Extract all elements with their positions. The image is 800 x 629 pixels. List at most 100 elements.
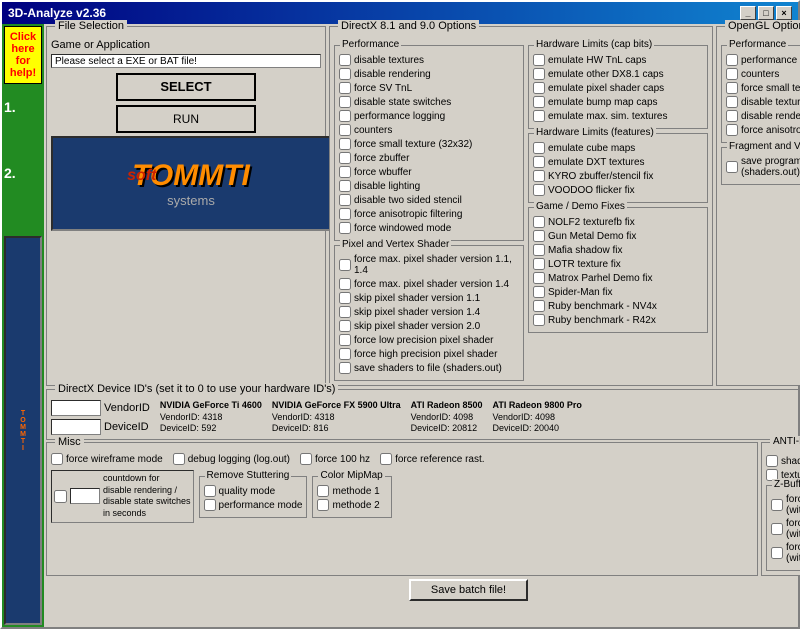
chk-matrox-input[interactable] (533, 272, 545, 284)
chk-force-100hz-input[interactable] (300, 453, 312, 465)
chk-disable-textures-input[interactable] (339, 54, 351, 66)
chk-force-zbuf-input[interactable] (339, 152, 351, 164)
chk-nolf2: NOLF2 texturefb fix (533, 216, 703, 228)
chk-ogl-dis-render-input[interactable] (726, 110, 738, 122)
game-demo-title: Game / Demo Fixes (534, 201, 627, 212)
chk-disable-state-input[interactable] (339, 96, 351, 108)
device-1-device: DeviceID: 816 (272, 423, 401, 435)
pixel-vertex-title: Pixel and Vertex Shader (340, 239, 451, 250)
maximize-button[interactable]: □ (758, 6, 774, 20)
chk-skip-ps20-input[interactable] (339, 320, 351, 332)
select-btn-wrapper: SELECT (51, 73, 321, 101)
close-button[interactable]: × (776, 6, 792, 20)
chk-quality: quality mode (204, 485, 303, 497)
help-label: Clickhereforhelp! (10, 31, 36, 79)
chk-bump-caps-input[interactable] (533, 96, 545, 108)
chk-ogl-counters-input[interactable] (726, 68, 738, 80)
chk-ogl-counters: counters (726, 68, 800, 80)
chk-matrox: Matrox Parhel Demo fix (533, 272, 703, 284)
chk-z15-stencil-input[interactable] (771, 523, 783, 535)
chk-force-wbuf-input[interactable] (339, 166, 351, 178)
chk-debug-log-input[interactable] (173, 453, 185, 465)
chk-wireframe-input[interactable] (51, 453, 63, 465)
chk-skip-ps20: skip pixel shader version 2.0 (339, 320, 519, 332)
chk-skip-ps14-input[interactable] (339, 306, 351, 318)
anti-detect-content: shaders textures (766, 447, 800, 481)
left-panel: Clickhereforhelp! 1. 2. TOMMTI (2, 24, 44, 627)
file-selection-panel: File Selection Game or Application Pleas… (46, 26, 326, 386)
chk-dxt-tex-input[interactable] (533, 156, 545, 168)
chk-perf-log-input[interactable] (339, 110, 351, 122)
chk-ogl-aniso: force anisotropic filtering (726, 124, 800, 136)
run-button[interactable]: RUN (116, 105, 256, 133)
chk-max-ps11: force max. pixel shader version 1.1, 1.4 (339, 254, 519, 276)
chk-ogl-aniso-input[interactable] (726, 124, 738, 136)
chk-shaders-input[interactable] (766, 455, 778, 467)
device-input-row: DeviceID (51, 419, 150, 435)
chk-disable-rendering-input[interactable] (339, 68, 351, 80)
chk-ps-caps-input[interactable] (533, 82, 545, 94)
countdown-checkbox[interactable] (54, 490, 67, 503)
chk-hw-tnl-input[interactable] (533, 54, 545, 66)
vendor-id-input[interactable] (51, 400, 101, 416)
chk-save-shaders-input[interactable] (339, 362, 351, 374)
chk-ogl-small-tex-input[interactable] (726, 82, 738, 94)
chk-cube-maps: emulate cube maps (533, 142, 703, 154)
countdown-input[interactable] (70, 488, 100, 504)
chk-spiderman-input[interactable] (533, 286, 545, 298)
chk-high-ps-input[interactable] (339, 348, 351, 360)
chk-small-tex-input[interactable] (339, 138, 351, 150)
chk-dx81-caps-input[interactable] (533, 68, 545, 80)
save-batch-button[interactable]: Save batch file! (409, 579, 528, 601)
chk-ruby-nv4x-input[interactable] (533, 300, 545, 312)
color-mipmap-panel: Color MipMap methode 1 methode 2 (312, 476, 392, 518)
chk-kyro-input[interactable] (533, 170, 545, 182)
chk-performance: performance mode (204, 499, 303, 511)
chk-save-programs-input[interactable] (726, 161, 738, 173)
logo-main-inner: soft TOMMTI systems (132, 159, 250, 208)
chk-two-sided-input[interactable] (339, 194, 351, 206)
chk-skip-ps11-input[interactable] (339, 292, 351, 304)
chk-ogl-dis-render: disable rendering (726, 110, 800, 122)
chk-mafia-input[interactable] (533, 244, 545, 256)
chk-sim-tex-input[interactable] (533, 110, 545, 122)
chk-methode2-input[interactable] (317, 499, 329, 511)
chk-quality-input[interactable] (204, 485, 216, 497)
help-button[interactable]: Clickhereforhelp! (4, 26, 42, 84)
chk-methode2: methode 2 (317, 499, 387, 511)
misc-panel: Misc force wireframe mode debug logging … (46, 442, 758, 576)
minimize-button[interactable]: _ (740, 6, 756, 20)
chk-max-ps14-input[interactable] (339, 278, 351, 290)
chk-z24-no-stencil-input[interactable] (771, 499, 783, 511)
chk-voodoo-input[interactable] (533, 184, 545, 196)
chk-windowed-input[interactable] (339, 222, 351, 234)
device-2-vendor: VendorID: 4098 (411, 412, 483, 424)
countdown-label: countdown fordisable rendering /disable … (103, 473, 191, 520)
chk-aniso-input[interactable] (339, 208, 351, 220)
title-bar-buttons: _ □ × (740, 6, 792, 20)
chk-performance-input[interactable] (204, 499, 216, 511)
chk-cube-maps-input[interactable] (533, 142, 545, 154)
chk-disable-light: disable lighting (339, 180, 519, 192)
chk-disable-light-input[interactable] (339, 180, 351, 192)
chk-ruby-r42x-input[interactable] (533, 314, 545, 326)
chk-z24-stencil-input[interactable] (771, 547, 783, 559)
device-id-input[interactable] (51, 419, 101, 435)
chk-methode1-input[interactable] (317, 485, 329, 497)
chk-small-tex: force small texture (32x32) (339, 138, 519, 150)
chk-ogl-dis-tex-input[interactable] (726, 96, 738, 108)
window-title: 3D-Analyze v2.36 (8, 6, 106, 20)
chk-low-ps-input[interactable] (339, 334, 351, 346)
chk-force-sv-tnl-input[interactable] (339, 82, 351, 94)
chk-gun-metal-input[interactable] (533, 230, 545, 242)
chk-ogl-perf-log-input[interactable] (726, 54, 738, 66)
chk-lotr-input[interactable] (533, 258, 545, 270)
chk-nolf2-input[interactable] (533, 216, 545, 228)
chk-max-ps11-input[interactable] (339, 259, 351, 271)
countdown-section: countdown fordisable rendering /disable … (51, 470, 194, 523)
chk-hw-tnl: emulate HW TnL caps (533, 54, 703, 66)
misc-title: Misc (55, 436, 84, 448)
chk-counters-input[interactable] (339, 124, 351, 136)
chk-force-ref-input[interactable] (380, 453, 392, 465)
select-button[interactable]: SELECT (116, 73, 256, 101)
